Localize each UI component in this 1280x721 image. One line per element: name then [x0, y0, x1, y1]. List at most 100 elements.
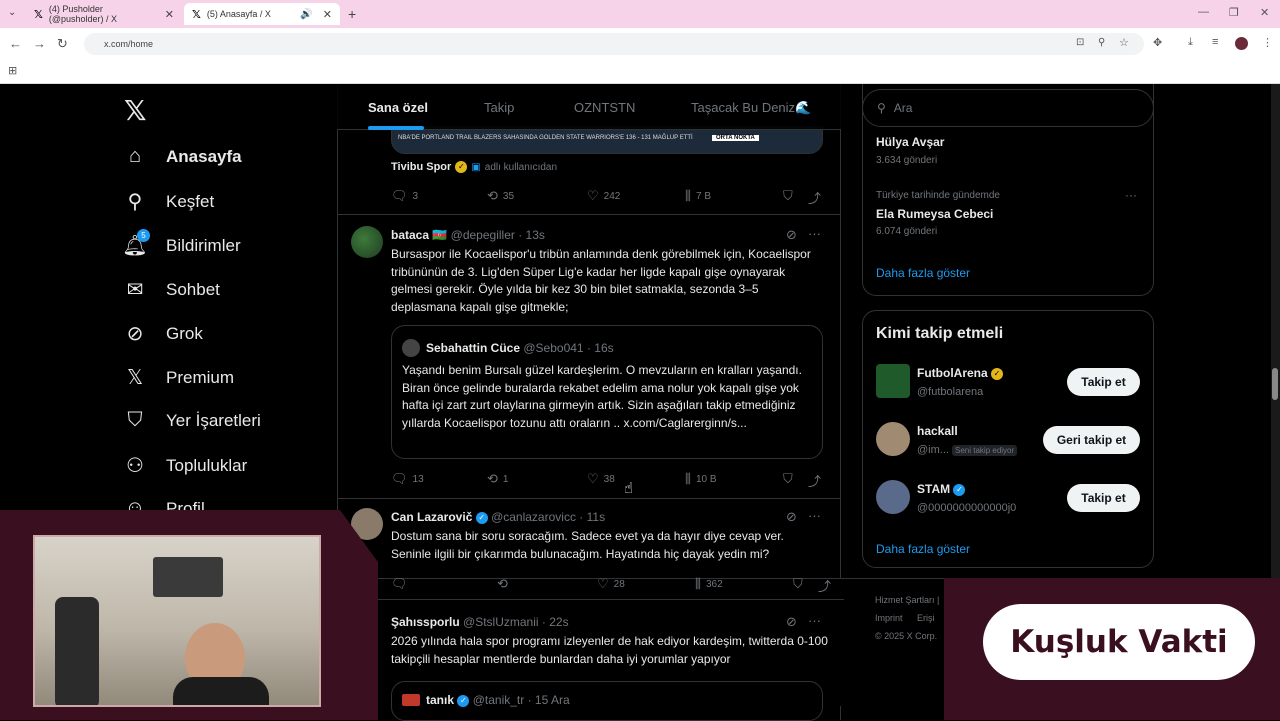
- browser-tab-pusholder[interactable]: 𝕏 (4) Pusholder (@pusholder) / X ✕: [26, 3, 182, 25]
- author-name[interactable]: Can Lazarovič: [391, 510, 472, 524]
- footer-link[interactable]: Hizmet Şartları: [875, 595, 935, 605]
- menu-icon[interactable]: ⋮: [1262, 36, 1273, 49]
- tv-icon: ▣: [471, 161, 481, 173]
- nav-item-chat[interactable]: ✉ Sohbet: [122, 277, 220, 302]
- apps-icon[interactable]: ⊞: [8, 64, 17, 77]
- share-icon: ⤴: [808, 191, 822, 206]
- quoted-post[interactable]: Sebahattin Cüce @Sebo041 · 16s Yaşandı b…: [391, 325, 823, 459]
- avatar[interactable]: [876, 364, 910, 398]
- stream-brand-logo: Kuşluk Vakti: [983, 604, 1255, 680]
- quote-author-handle: @Sebo041: [523, 341, 584, 355]
- post-time[interactable]: · 13s: [518, 228, 545, 242]
- reply-button[interactable]: 🗨︎ 3: [391, 188, 418, 204]
- reload-icon[interactable]: ↻: [57, 36, 68, 52]
- views-button[interactable]: ⫼ 362: [695, 576, 723, 592]
- footer-link[interactable]: Erişi: [917, 613, 935, 623]
- star-icon[interactable]: ☆: [1119, 36, 1129, 49]
- tab-tasacak-bu-deniz[interactable]: Taşacak Bu Deniz🌊: [691, 100, 811, 116]
- tab-search-icon[interactable]: ⌄: [8, 7, 16, 18]
- author-name[interactable]: Şahıssporlu: [391, 615, 460, 629]
- author-handle[interactable]: @canlazarovicc: [491, 510, 576, 524]
- views-button[interactable]: ⫼ 10 B: [685, 471, 717, 487]
- nav-item-bookmarks[interactable]: ⛉ Yer İşaretleri: [122, 409, 261, 432]
- bookmark-button[interactable]: ⛉: [783, 188, 793, 204]
- author-handle[interactable]: @depegiller: [451, 228, 515, 242]
- grok-icon[interactable]: ⊘: [786, 227, 797, 243]
- repost-button[interactable]: ⟲: [497, 576, 508, 592]
- avatar[interactable]: [876, 422, 910, 456]
- tab-ozntstn[interactable]: OZNTSTN: [574, 100, 635, 115]
- download-icon[interactable]: ⤓: [1188, 36, 1193, 49]
- close-icon[interactable]: ✕: [165, 8, 174, 21]
- maximize-button[interactable]: ❐: [1229, 6, 1239, 19]
- webcam-chair: [55, 597, 99, 705]
- more-icon[interactable]: ···: [1125, 188, 1137, 202]
- like-button[interactable]: ♡ 38: [587, 471, 615, 487]
- back-icon[interactable]: ←: [9, 36, 22, 51]
- avatar[interactable]: [351, 226, 383, 258]
- more-icon[interactable]: ···: [808, 508, 821, 523]
- post-time[interactable]: · 11s: [579, 510, 605, 524]
- tab-for-you[interactable]: Sana özel: [368, 100, 428, 115]
- avatar[interactable]: [876, 480, 910, 514]
- address-bar[interactable]: x.com/home: [84, 33, 1144, 55]
- like-button[interactable]: ♡ 242: [587, 188, 620, 204]
- quote-author-name: Sebahattin Cüce: [426, 341, 521, 355]
- follow-button[interactable]: Takip et: [1067, 484, 1140, 512]
- nav-item-home[interactable]: ⌂ Anasayfa: [122, 145, 242, 168]
- reply-button[interactable]: 🗨︎ 13: [391, 471, 424, 487]
- minimize-button[interactable]: —: [1198, 6, 1209, 18]
- quoted-post[interactable]: tanık ✓ @tanik_tr · 15 Ara: [391, 681, 823, 721]
- like-button[interactable]: ♡ 28: [597, 576, 625, 592]
- extensions-icon[interactable]: ✥: [1153, 36, 1162, 49]
- follow-back-button[interactable]: Geri takip et: [1043, 426, 1140, 454]
- grok-icon[interactable]: ⊘: [786, 509, 797, 525]
- suggestion-name[interactable]: hackall: [917, 424, 958, 438]
- speaker-icon[interactable]: 🔊: [300, 9, 312, 20]
- nav-item-premium[interactable]: 𝕏 Premium: [122, 365, 234, 390]
- repost-button[interactable]: ⟲ 1: [487, 471, 508, 487]
- share-button[interactable]: ⤴: [808, 471, 821, 490]
- suggestion-handle-row: @im... Seni takip ediyor: [917, 444, 1018, 456]
- zoom-icon[interactable]: ⚲: [1098, 37, 1105, 48]
- show-more-link[interactable]: Daha fazla göster: [876, 266, 970, 280]
- browser-tab-anasayfa[interactable]: 𝕏 (5) Anasayfa / X 🔊 ✕: [184, 3, 340, 25]
- trend-count: 6.074 gönderi: [876, 226, 938, 237]
- nav-item-communities[interactable]: ⚇ Topluluklar: [122, 453, 247, 478]
- footer-link[interactable]: Imprint: [875, 613, 903, 623]
- window-close-button[interactable]: ✕: [1260, 6, 1269, 19]
- new-tab-button[interactable]: +: [348, 6, 356, 22]
- more-icon[interactable]: ···: [808, 613, 821, 628]
- repost-button[interactable]: ⟲ 35: [487, 188, 514, 204]
- x-logo-icon[interactable]: 𝕏: [124, 94, 147, 127]
- more-icon[interactable]: ···: [808, 226, 821, 241]
- views-button[interactable]: ⫼ 7 B: [685, 188, 711, 204]
- nav-item-grok[interactable]: ⊘ Grok: [122, 321, 203, 346]
- home-icon: ⌂: [128, 145, 142, 167]
- post-media[interactable]: NBA'DE PORTLAND TRAIL BLAZERS SAHASINDA …: [391, 126, 823, 154]
- reply-button[interactable]: 🗨︎: [391, 576, 408, 592]
- profile-avatar[interactable]: [1235, 37, 1248, 50]
- bookmark-button[interactable]: ⛉: [793, 576, 803, 592]
- post-time[interactable]: · 22s: [542, 615, 569, 629]
- scrollbar-thumb[interactable]: [1272, 368, 1278, 400]
- source-name[interactable]: Tivibu Spor: [391, 161, 451, 173]
- follow-button[interactable]: Takip et: [1067, 368, 1140, 396]
- share-button[interactable]: ⤴: [808, 188, 821, 207]
- close-icon[interactable]: ✕: [323, 8, 332, 21]
- trend-title[interactable]: Hülya Avşar: [876, 135, 944, 149]
- install-icon[interactable]: ⊡: [1076, 37, 1084, 48]
- media-icon[interactable]: ≡: [1212, 36, 1218, 48]
- grok-icon[interactable]: ⊘: [786, 614, 797, 630]
- show-more-link[interactable]: Daha fazla göster: [876, 542, 970, 556]
- suggestion-name-row[interactable]: FutbolArena ✓: [917, 366, 1004, 380]
- bookmark-button[interactable]: ⛉: [783, 471, 793, 487]
- tab-following[interactable]: Takip: [484, 100, 514, 115]
- author-handle[interactable]: @StslUzmanii: [463, 615, 539, 629]
- forward-icon[interactable]: →: [33, 36, 46, 51]
- nav-item-explore[interactable]: ⚲ Keşfet: [122, 189, 215, 214]
- trend-title[interactable]: Ela Rumeysa Cebeci: [876, 207, 993, 221]
- suggestion-name-row[interactable]: STAM ✓: [917, 482, 966, 496]
- author-name[interactable]: bataca 🇦🇿: [391, 228, 447, 242]
- share-button[interactable]: ⤴: [818, 576, 831, 595]
